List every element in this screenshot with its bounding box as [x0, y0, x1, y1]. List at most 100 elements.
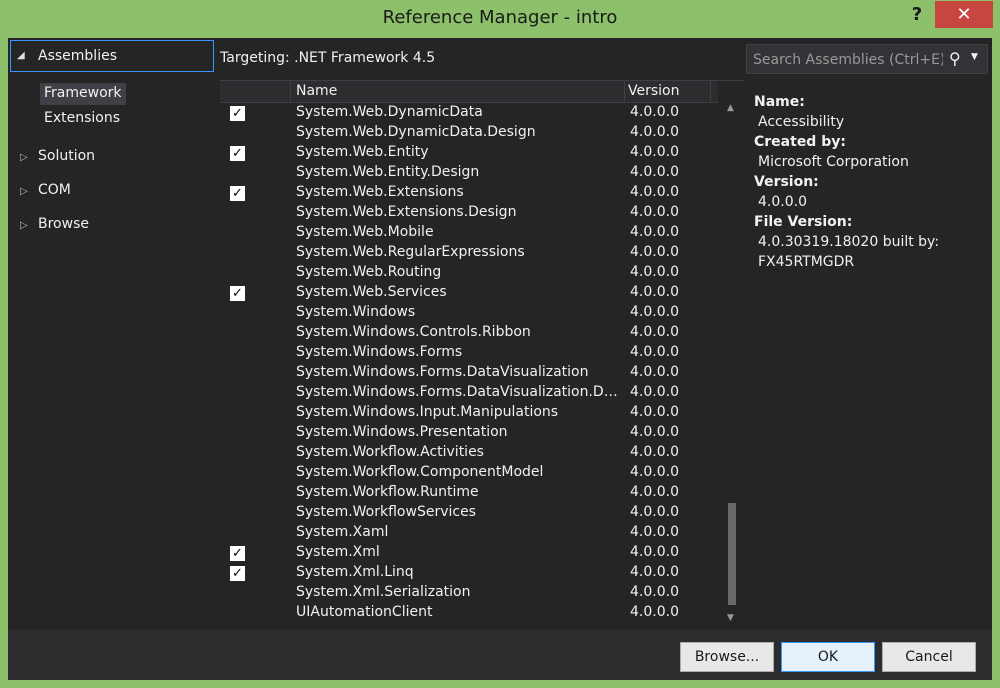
column-separator[interactable]	[624, 81, 625, 103]
table-row[interactable]: System.Windows.Presentation 4.0.0.0	[220, 423, 718, 443]
collapsed-triangle-icon[interactable]: ▷	[20, 152, 38, 163]
targeting-label: Targeting: .NET Framework 4.5	[220, 50, 436, 66]
nav-assemblies[interactable]: ◢ Assemblies	[10, 40, 214, 72]
table-row[interactable]: System.Xml.Serialization 4.0.0.0	[220, 583, 718, 603]
nav-solution-label: Solution	[38, 148, 96, 164]
assembly-version: 4.0.0.0	[630, 244, 679, 260]
assembly-version: 4.0.0.0	[630, 544, 679, 560]
assembly-name: System.Windows.Controls.Ribbon	[296, 324, 531, 340]
checkbox-checked[interactable]: ✓	[230, 566, 245, 581]
vertical-scrollbar[interactable]: ▲ ▼	[724, 103, 740, 630]
table-row[interactable]: System.Workflow.ComponentModel 4.0.0.0	[220, 463, 718, 483]
scroll-down-icon[interactable]: ▼	[727, 613, 734, 623]
assembly-name: System.Xml	[296, 544, 380, 560]
search-input[interactable]	[753, 50, 943, 70]
assembly-version: 4.0.0.0	[630, 504, 679, 520]
assembly-version: 4.0.0.0	[630, 164, 679, 180]
assembly-version: 4.0.0.0	[630, 564, 679, 580]
cancel-button[interactable]: Cancel	[882, 642, 976, 672]
assembly-name: System.Xml.Serialization	[296, 584, 471, 600]
assembly-name: System.Web.Routing	[296, 264, 442, 280]
assembly-name: System.Windows.Forms.DataVisualization	[296, 364, 589, 380]
assembly-name: System.Web.Extensions.Design	[296, 204, 517, 220]
column-header-name[interactable]: Name	[296, 83, 337, 99]
search-box[interactable]: ⚲ ▼	[746, 44, 988, 74]
table-row[interactable]: System.Windows.Forms.DataVisualization.D…	[220, 383, 718, 403]
table-row[interactable]: ✓ System.Web.Services 4.0.0.0	[220, 283, 718, 303]
assembly-name: System.Web.DynamicData	[296, 104, 483, 120]
assembly-name: UIAutomationClient	[296, 604, 433, 620]
table-row[interactable]: System.Workflow.Activities 4.0.0.0	[220, 443, 718, 463]
table-row[interactable]: System.Windows.Controls.Ribbon 4.0.0.0	[220, 323, 718, 343]
table-row[interactable]: ✓ System.Xml.Linq 4.0.0.0	[220, 563, 718, 583]
table-row[interactable]: System.Windows.Forms 4.0.0.0	[220, 343, 718, 363]
expand-triangle-icon[interactable]: ◢	[17, 50, 25, 61]
checkbox-checked[interactable]: ✓	[230, 106, 245, 121]
assembly-version: 4.0.0.0	[630, 364, 679, 380]
table-row[interactable]: System.Web.RegularExpressions 4.0.0.0	[220, 243, 718, 263]
assembly-name: System.Xml.Linq	[296, 564, 414, 580]
ok-button[interactable]: OK	[781, 642, 875, 672]
assembly-name: System.WorkflowServices	[296, 504, 476, 520]
table-row[interactable]: System.Workflow.Runtime 4.0.0.0	[220, 483, 718, 503]
assembly-version: 4.0.0.0	[630, 584, 679, 600]
assembly-version: 4.0.0.0	[630, 424, 679, 440]
table-row[interactable]: System.Xaml 4.0.0.0	[220, 523, 718, 543]
table-row[interactable]: UIAutomationClient 4.0.0.0	[220, 603, 718, 623]
assembly-version: 4.0.0.0	[630, 224, 679, 240]
collapsed-triangle-icon[interactable]: ▷	[20, 220, 38, 231]
details-pane: Name: Accessibility Created by: Microsof…	[746, 80, 992, 630]
nav-solution[interactable]: ▷ Solution	[20, 148, 95, 164]
table-row[interactable]: System.Windows.Forms.DataVisualization 4.…	[220, 363, 718, 383]
help-button[interactable]: ?	[902, 2, 932, 28]
assembly-version: 4.0.0.0	[630, 124, 679, 140]
assembly-name: System.Windows.Input.Manipulations	[296, 404, 559, 420]
scroll-up-icon[interactable]: ▲	[727, 103, 734, 113]
nav-extensions[interactable]: Extensions	[40, 108, 124, 130]
table-row[interactable]: ✓ System.Web.DynamicData 4.0.0.0	[220, 103, 718, 123]
table-row[interactable]: System.Windows.Input.Manipulations 4.0.0.…	[220, 403, 718, 423]
button-bar: Browse... OK Cancel	[8, 630, 992, 680]
chevron-down-icon[interactable]: ▼	[971, 52, 978, 62]
assembly-version: 4.0.0.0	[630, 324, 679, 340]
assembly-version: 4.0.0.0	[630, 304, 679, 320]
assembly-name: System.Workflow.Activities	[296, 444, 484, 460]
table-row[interactable]: System.Web.Routing 4.0.0.0	[220, 263, 718, 283]
table-row[interactable]: System.Windows 4.0.0.0	[220, 303, 718, 323]
table-row[interactable]: ✓ System.Web.Entity 4.0.0.0	[220, 143, 718, 163]
checkbox-checked[interactable]: ✓	[230, 146, 245, 161]
checkbox-checked[interactable]: ✓	[230, 546, 245, 561]
table-row[interactable]: System.Web.DynamicData.Design 4.0.0.0	[220, 123, 718, 143]
table-row[interactable]: System.WorkflowServices 4.0.0.0	[220, 503, 718, 523]
checkbox-checked[interactable]: ✓	[230, 186, 245, 201]
table-row[interactable]: System.Web.Mobile 4.0.0.0	[220, 223, 718, 243]
title-bar[interactable]: Reference Manager - intro ? ✕	[0, 0, 1000, 38]
assembly-name: System.Web.DynamicData.Design	[296, 124, 536, 140]
assembly-version: 4.0.0.0	[630, 484, 679, 500]
assembly-name: System.Web.Entity.Design	[296, 164, 480, 180]
table-row[interactable]: System.Web.Extensions.Design 4.0.0.0	[220, 203, 718, 223]
detail-created-value: Microsoft Corporation	[758, 154, 909, 170]
search-icon[interactable]: ⚲	[949, 49, 961, 68]
column-header-version[interactable]: Version	[628, 83, 679, 99]
table-row[interactable]: ✓ System.Web.Extensions 4.0.0.0	[220, 183, 718, 203]
close-button[interactable]: ✕	[935, 1, 993, 28]
browse-button[interactable]: Browse...	[680, 642, 774, 672]
nav-com[interactable]: ▷ COM	[20, 182, 71, 198]
detail-name-label: Name:	[754, 94, 805, 110]
nav-browse[interactable]: ▷ Browse	[20, 216, 89, 232]
scroll-thumb[interactable]	[728, 503, 736, 605]
table-row[interactable]: ✓ System.Xml 4.0.0.0	[220, 543, 718, 563]
assembly-name: System.Xaml	[296, 524, 389, 540]
assembly-version: 4.0.0.0	[630, 284, 679, 300]
detail-file-version-label: File Version:	[754, 214, 853, 230]
nav-framework[interactable]: Framework	[40, 83, 126, 105]
column-separator[interactable]	[290, 81, 291, 103]
table-row[interactable]: System.Web.Entity.Design 4.0.0.0	[220, 163, 718, 183]
assembly-version: 4.0.0.0	[630, 444, 679, 460]
checkbox-checked[interactable]: ✓	[230, 286, 245, 301]
collapsed-triangle-icon[interactable]: ▷	[20, 186, 38, 197]
assembly-name: System.Windows.Forms.DataVisualization.D…	[296, 384, 626, 400]
assembly-version: 4.0.0.0	[630, 104, 679, 120]
column-separator[interactable]	[710, 81, 711, 103]
